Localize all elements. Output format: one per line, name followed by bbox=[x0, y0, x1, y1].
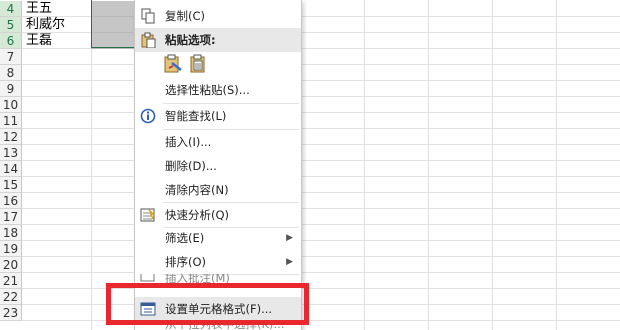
row-header[interactable]: 14 bbox=[0, 161, 22, 177]
highlight-box bbox=[106, 283, 309, 325]
row-header[interactable]: 10 bbox=[0, 97, 22, 113]
row-header[interactable]: 12 bbox=[0, 129, 22, 145]
clipboard-icon bbox=[140, 32, 156, 49]
row-header[interactable]: 13 bbox=[0, 145, 22, 161]
grid-row bbox=[22, 225, 620, 241]
row-header[interactable]: 4 bbox=[0, 1, 22, 17]
menu-item-label: 智能查找(L) bbox=[165, 109, 227, 123]
selection-border bbox=[91, 0, 136, 48]
row-header[interactable]: 7 bbox=[0, 49, 22, 65]
menu-item-label: 排序(O) bbox=[165, 255, 207, 269]
row-header[interactable]: 6 bbox=[0, 33, 22, 49]
menu-item-label: 插入(I)... bbox=[165, 135, 212, 149]
grid-row bbox=[22, 81, 620, 97]
grid-row bbox=[22, 49, 620, 65]
spreadsheet-grid[interactable]: 4 王五 5 利威尔 6 王磊 7 8 9 10 11 12 13 14 15 16 17 18 19 20 21 22 2… bbox=[0, 0, 620, 330]
menu-item-label: 复制(C) bbox=[165, 9, 206, 23]
submenu-arrow-icon: ▶ bbox=[286, 233, 293, 243]
menu-item-delete[interactable]: 删除(D)... bbox=[135, 154, 301, 178]
row-header[interactable]: 18 bbox=[0, 225, 22, 241]
context-menu: 复制(C) 粘贴选项: 选择性粘贴(S)... 智能查找(L) 插入(I)...… bbox=[134, 0, 302, 330]
menu-item-label: 筛选(E) bbox=[165, 231, 205, 245]
row-header[interactable]: 11 bbox=[0, 113, 22, 129]
grid-row bbox=[22, 145, 620, 161]
menu-item-label: 选择性粘贴(S)... bbox=[165, 83, 250, 97]
grid-row bbox=[22, 97, 620, 113]
grid-row bbox=[22, 113, 620, 129]
paste-options-header: 粘贴选项: bbox=[135, 28, 301, 52]
menu-item-label: 删除(D)... bbox=[165, 159, 217, 173]
menu-item-paste-special[interactable]: 选择性粘贴(S)... bbox=[135, 78, 301, 102]
row-header[interactable]: 21 bbox=[0, 273, 22, 289]
grid-row bbox=[22, 241, 620, 257]
submenu-arrow-icon: ▶ bbox=[286, 257, 293, 267]
cell-a[interactable]: 王磊 bbox=[26, 33, 52, 49]
menu-item-quick-analysis[interactable]: 快速分析(Q) bbox=[135, 203, 301, 227]
menu-item-label: 快速分析(Q) bbox=[165, 208, 230, 222]
row-header[interactable]: 19 bbox=[0, 241, 22, 257]
menu-item-insert[interactable]: 插入(I)... bbox=[135, 130, 301, 154]
paste-format-icon[interactable] bbox=[163, 54, 183, 74]
menu-item-clear-contents[interactable]: 清除内容(N) bbox=[135, 178, 301, 202]
row-header[interactable]: 20 bbox=[0, 257, 22, 273]
menu-item-label: 清除内容(N) bbox=[165, 183, 229, 197]
row-header[interactable]: 8 bbox=[0, 65, 22, 81]
paste-values-icon[interactable] bbox=[189, 54, 209, 74]
row-header[interactable]: 15 bbox=[0, 177, 22, 193]
cell-a[interactable]: 利威尔 bbox=[26, 17, 65, 33]
grid-row bbox=[22, 193, 620, 209]
menu-item-smart-lookup[interactable]: 智能查找(L) bbox=[135, 104, 301, 128]
copy-icon bbox=[140, 8, 156, 24]
row-header[interactable]: 23 bbox=[0, 305, 22, 321]
row-header[interactable]: 5 bbox=[0, 17, 22, 33]
row-header[interactable]: 16 bbox=[0, 193, 22, 209]
quick-analysis-icon bbox=[140, 207, 156, 223]
menu-item-sort[interactable]: 排序(O) ▶ bbox=[135, 250, 301, 274]
cell-a[interactable]: 王五 bbox=[26, 1, 52, 17]
menu-item-copy[interactable]: 复制(C) bbox=[135, 4, 301, 28]
row-header[interactable]: 17 bbox=[0, 209, 22, 225]
grid-row bbox=[22, 209, 620, 225]
grid-row bbox=[22, 65, 620, 81]
smart-lookup-icon bbox=[140, 108, 156, 124]
grid-row bbox=[22, 129, 620, 145]
menu-item-label: 粘贴选项: bbox=[165, 33, 216, 47]
row-header[interactable]: 9 bbox=[0, 81, 22, 97]
grid-row bbox=[22, 161, 620, 177]
menu-item-filter[interactable]: 筛选(E) ▶ bbox=[135, 226, 301, 250]
grid-row bbox=[22, 257, 620, 273]
grid-row bbox=[22, 177, 620, 193]
row-header[interactable]: 22 bbox=[0, 289, 22, 305]
